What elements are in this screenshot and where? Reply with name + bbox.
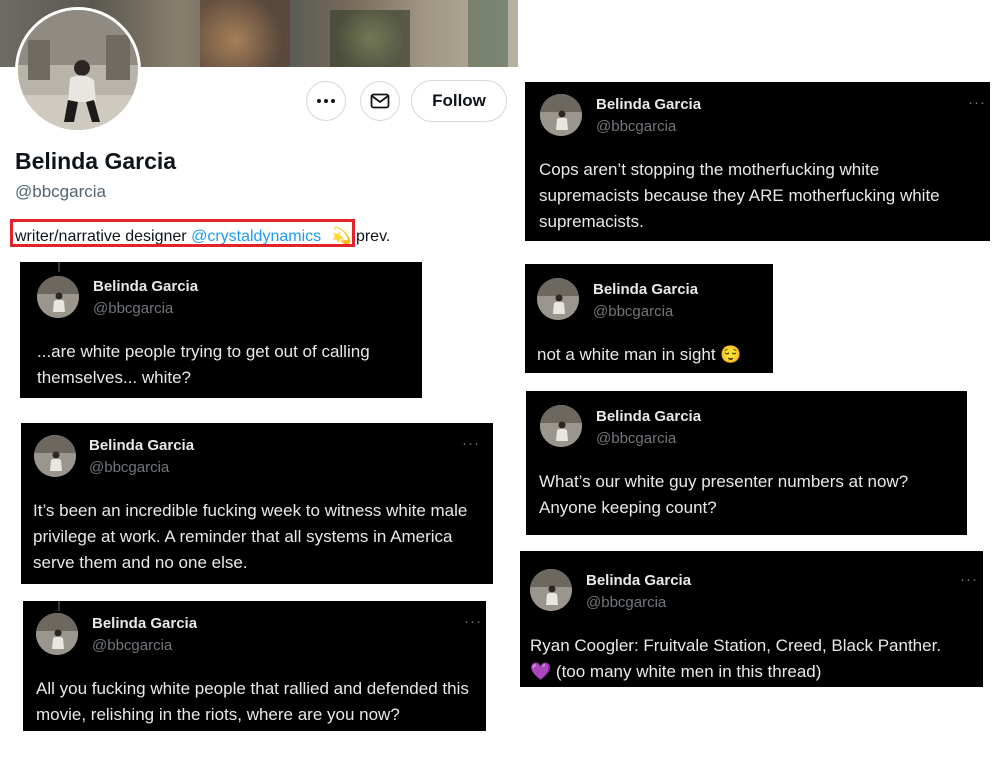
tweet-text: What’s our white guy presenter numbers a… [539,472,909,517]
tweet-text: All you fucking white people that rallie… [36,679,469,724]
tweet-avatar[interactable] [530,569,572,611]
banner-art [200,0,290,67]
tweet-card[interactable]: Belinda Garcia @bbcgarcia ··· Cops aren’… [525,82,990,241]
tweet-author-name: Belinda Garcia [596,408,702,425]
tweet-avatar[interactable] [36,613,78,655]
more-options-button[interactable] [306,81,346,121]
envelope-icon [370,93,390,109]
tweet-author-name: Belinda Garcia [93,278,199,295]
avatar-photo [18,10,138,130]
message-button[interactable] [360,81,400,121]
avatar-photo [34,435,76,477]
tweet-author-name: Belinda Garcia [596,96,702,113]
more-icon[interactable]: ··· [960,571,978,588]
tweet-card[interactable]: Belinda Garcia @bbcgarcia ··· It’s been … [21,423,493,584]
highlight-annotation [10,219,355,247]
tweet-avatar[interactable] [540,405,582,447]
tweet-text: not a white man in sight 😌 [537,342,767,368]
tweet-card[interactable]: Belinda Garcia @bbcgarcia What’s our whi… [526,391,967,535]
avatar-photo [540,405,582,447]
profile-avatar[interactable] [15,7,141,133]
tweet-text: ...are white people trying to get out of… [37,342,370,387]
avatar-photo [37,276,79,318]
more-icon[interactable]: ··· [462,435,480,452]
avatar-photo [530,569,572,611]
thread-connector [58,262,60,272]
avatar-photo [537,278,579,320]
tweet-text: Ryan Coogler: Fruitvale Station, Creed, … [530,633,978,685]
tweet-author-name: Belinda Garcia [89,437,195,454]
purple-heart-icon: 💜 [530,662,552,681]
tweet-text: It’s been an incredible fucking week to … [33,501,468,572]
tweet-author-name: Belinda Garcia [92,615,198,632]
profile-handle: @bbcgarcia [15,182,106,201]
thread-connector [58,601,60,611]
avatar-photo [36,613,78,655]
tweet-avatar[interactable] [537,278,579,320]
tweet-text-content: not a white man in sight [537,345,716,364]
bio-suffix: prev. [355,228,391,245]
tweet-author-handle: @bbcgarcia [596,118,677,135]
banner-art [330,10,410,67]
avatar-photo [540,94,582,136]
tweet-card[interactable]: Belinda Garcia @bbcgarcia ··· All you fu… [23,601,486,731]
tweet-card[interactable]: Belinda Garcia @bbcgarcia ··· Ryan Coogl… [520,551,983,687]
relieved-face-icon: 😌 [720,345,742,364]
tweet-author-name: Belinda Garcia [586,572,692,589]
tweet-author-handle: @bbcgarcia [596,430,677,447]
tweet-avatar[interactable] [34,435,76,477]
tweet-text: Cops aren’t stopping the motherfucking w… [539,160,940,231]
more-icon [317,99,335,103]
tweet-author-handle: @bbcgarcia [92,637,173,654]
tweet-author-handle: @bbcgarcia [93,300,174,317]
more-icon[interactable]: ··· [464,613,482,630]
tweet-card[interactable]: Belinda Garcia @bbcgarcia ...are white p… [20,262,422,398]
tweet-author-name: Belinda Garcia [593,281,699,298]
follow-button[interactable]: Follow [411,80,507,122]
tweet-author-handle: @bbcgarcia [586,594,667,611]
tweet-author-handle: @bbcgarcia [593,303,674,320]
tweet-text-content: (too many white men in this thread) [555,662,822,681]
tweet-author-handle: @bbcgarcia [89,459,170,476]
tweet-text-line: Ryan Coogler: Fruitvale Station, Creed, … [530,636,942,655]
profile-name: Belinda Garcia [15,148,177,174]
more-icon[interactable]: ··· [968,94,986,111]
tweet-avatar[interactable] [37,276,79,318]
tweet-card[interactable]: Belinda Garcia @bbcgarcia not a white ma… [525,264,773,373]
tweet-avatar[interactable] [540,94,582,136]
tweet-text-line: 💜 (too many white men in this thread) [530,659,978,685]
banner-art [468,0,508,67]
